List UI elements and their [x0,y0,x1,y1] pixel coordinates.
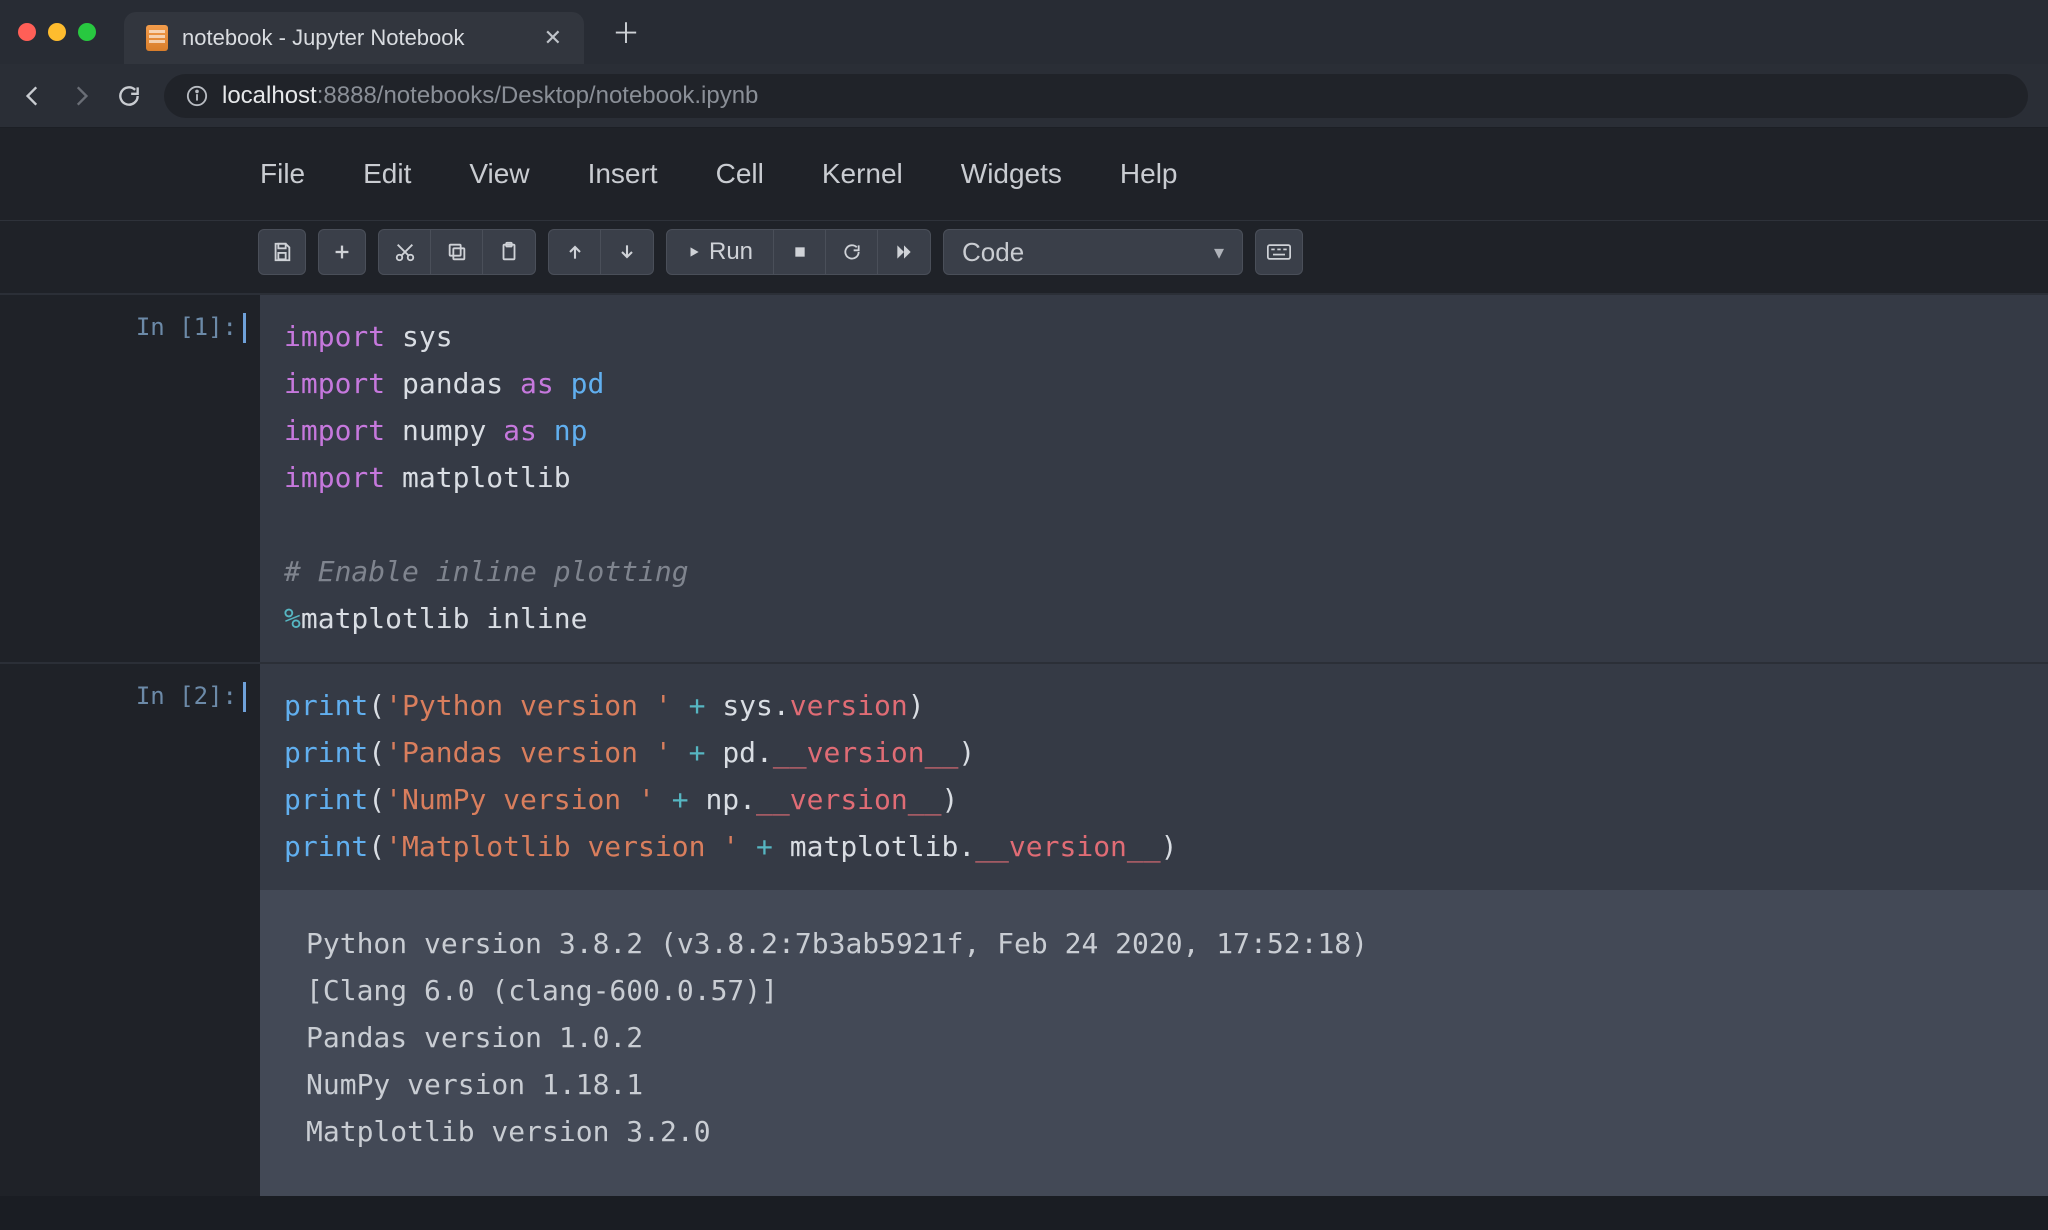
cell-type-select[interactable]: Code ▾ [943,229,1243,275]
menu-insert[interactable]: Insert [588,158,658,190]
code-editor[interactable]: print('Python version ' + sys.version) p… [260,664,2048,890]
back-button[interactable] [20,83,46,109]
move-down-button[interactable] [601,230,653,274]
jupyter-favicon-icon [146,25,168,51]
save-button[interactable] [258,229,306,275]
menu-view[interactable]: View [469,158,529,190]
cell-output: Python version 3.8.2 (v3.8.2:7b3ab5921f,… [260,890,2048,1195]
run-label: Run [709,238,753,266]
browser-toolbar: localhost:8888/notebooks/Desktop/noteboo… [0,64,2048,128]
input-prompt: In [2]: [0,664,260,1195]
code-cell[interactable]: In [2]: print('Python version ' + sys.ve… [0,662,2048,1195]
interrupt-button[interactable] [774,230,826,274]
run-button[interactable]: Run [667,230,774,274]
menu-cell[interactable]: Cell [716,158,764,190]
restart-button[interactable] [826,230,878,274]
command-palette-button[interactable] [1255,229,1303,275]
close-tab-icon[interactable]: ✕ [544,25,562,51]
cut-button[interactable] [379,230,431,274]
cells-container: In [1]: import sys import pandas as pd i… [0,287,2048,1196]
close-window-icon[interactable] [18,23,36,41]
chevron-down-icon: ▾ [1214,240,1224,265]
move-up-button[interactable] [549,230,601,274]
url-text: localhost:8888/notebooks/Desktop/noteboo… [222,82,758,110]
move-cell-group [548,229,654,275]
tab-title: notebook - Jupyter Notebook [182,25,465,51]
menu-file[interactable]: File [260,158,305,190]
site-info-icon[interactable] [186,85,208,107]
insert-cell-button[interactable] [318,229,366,275]
code-editor[interactable]: import sys import pandas as pd import nu… [260,295,2048,662]
address-bar[interactable]: localhost:8888/notebooks/Desktop/noteboo… [164,74,2028,118]
browser-tab[interactable]: notebook - Jupyter Notebook ✕ [124,12,584,64]
run-control-group: Run [666,229,931,275]
notebook-app: File Edit View Insert Cell Kernel Widget… [0,128,2048,1196]
minimize-window-icon[interactable] [48,23,66,41]
input-prompt: In [1]: [0,295,260,662]
restart-run-all-button[interactable] [878,230,930,274]
forward-button[interactable] [68,83,94,109]
toolbar: Run Code ▾ [0,220,2048,287]
menu-kernel[interactable]: Kernel [822,158,903,190]
new-tab-button[interactable]: ＋ [594,12,658,52]
window-controls [18,23,96,41]
menu-help[interactable]: Help [1120,158,1178,190]
code-cell[interactable]: In [1]: import sys import pandas as pd i… [0,293,2048,662]
paste-button[interactable] [483,230,535,274]
menubar: File Edit View Insert Cell Kernel Widget… [0,128,2048,220]
maximize-window-icon[interactable] [78,23,96,41]
cut-copy-paste-group [378,229,536,275]
copy-button[interactable] [431,230,483,274]
browser-tab-strip: notebook - Jupyter Notebook ✕ ＋ [0,0,2048,64]
reload-button[interactable] [116,83,142,109]
menu-widgets[interactable]: Widgets [961,158,1062,190]
menu-edit[interactable]: Edit [363,158,411,190]
cell-type-value: Code [962,237,1024,268]
